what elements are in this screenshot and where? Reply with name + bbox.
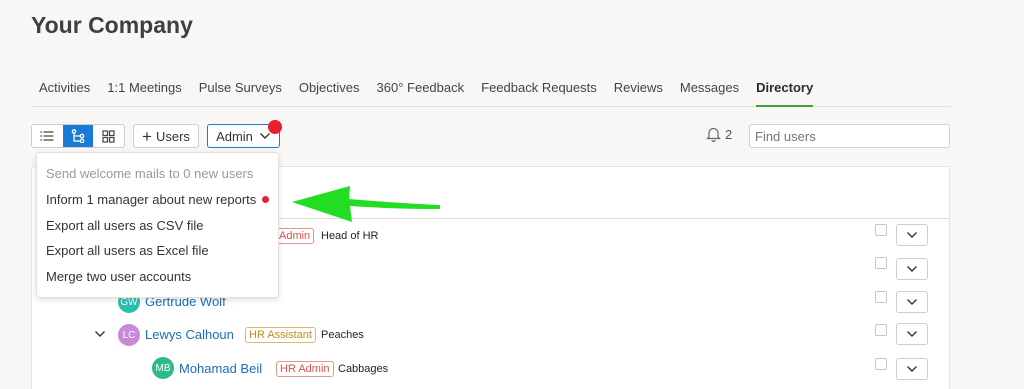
avatar: LC: [118, 324, 140, 346]
admin-alert-dot: [268, 120, 282, 134]
menu-item-inform-manager[interactable]: Inform 1 manager about new reports: [46, 192, 270, 207]
job-title: Head of HR: [321, 230, 379, 242]
row-checkbox[interactable]: [875, 224, 887, 236]
role-badge: HR Assistant: [245, 327, 316, 343]
tab-one-on-one-meetings[interactable]: 1:1 Meetings: [107, 76, 181, 107]
row-actions-button[interactable]: [896, 224, 928, 246]
table-row: LC Lewys Calhoun HR Assistant Peaches: [31, 322, 950, 352]
chevron-down-icon[interactable]: [94, 330, 106, 338]
menu-item-label: Export all users as CSV file: [46, 218, 204, 233]
row-actions-button[interactable]: [896, 258, 928, 280]
tree-icon: [71, 129, 85, 143]
menu-item-merge-accounts[interactable]: Merge two user accounts: [46, 269, 191, 284]
tab-directory[interactable]: Directory: [756, 76, 814, 107]
menu-item-label: Merge two user accounts: [46, 269, 192, 284]
notifications[interactable]: 2: [706, 126, 732, 142]
tab-pulse-surveys[interactable]: Pulse Surveys: [199, 76, 282, 107]
list-view-button[interactable]: [32, 125, 63, 147]
row-actions-button[interactable]: [896, 358, 928, 380]
role-badge: Admin: [275, 228, 315, 244]
tab-feedback-requests[interactable]: Feedback Requests: [481, 76, 597, 107]
grid-icon: [102, 129, 115, 143]
annotation-arrow: [292, 186, 440, 222]
role-badge: HR Admin: [276, 361, 334, 377]
notification-count: 2: [725, 126, 733, 142]
company-title: Your Company: [31, 12, 193, 38]
table-row: MB Mohamad Beil HR Admin Cabbages: [31, 356, 950, 386]
add-users-label: Users: [155, 128, 190, 144]
view-mode-toggle: [31, 124, 125, 148]
tree-view-button[interactable]: [62, 125, 94, 147]
row-checkbox[interactable]: [875, 324, 887, 336]
menu-item-send-welcome-mails[interactable]: Send welcome mails to 0 new users: [46, 166, 253, 181]
admin-dropdown-menu: Send welcome mails to 0 new users Inform…: [36, 152, 279, 298]
admin-label: Admin: [216, 128, 253, 144]
main-tabs: Activities 1:1 Meetings Pulse Surveys Ob…: [31, 76, 950, 107]
bell-icon: [706, 127, 721, 142]
chevron-down-icon: [907, 299, 917, 305]
menu-item-label: Send welcome mails to 0 new users: [46, 166, 254, 181]
chevron-down-icon: [907, 232, 917, 238]
alert-dot: [262, 196, 270, 203]
row-actions-button[interactable]: [896, 323, 928, 345]
row-checkbox[interactable]: [875, 358, 887, 370]
job-title: Peaches: [321, 329, 364, 341]
chevron-down-icon: [907, 366, 917, 372]
chevron-down-icon: [907, 331, 917, 337]
row-checkbox[interactable]: [875, 257, 887, 269]
menu-item-export-excel[interactable]: Export all users as Excel file: [46, 243, 209, 258]
plus-icon: +: [142, 126, 152, 146]
chevron-down-icon: [907, 266, 917, 272]
grid-view-button[interactable]: [93, 125, 124, 147]
tab-objectives[interactable]: Objectives: [299, 76, 360, 107]
row-checkbox[interactable]: [875, 291, 887, 303]
add-users-button[interactable]: + Users: [133, 124, 199, 148]
avatar: MB: [152, 357, 174, 379]
tab-reviews[interactable]: Reviews: [614, 76, 663, 107]
job-title: Cabbages: [338, 363, 389, 375]
user-name-link[interactable]: Lewys Calhoun: [145, 327, 234, 342]
chevron-down-icon: [259, 133, 270, 139]
tab-360-feedback[interactable]: 360° Feedback: [377, 76, 465, 107]
tab-activities[interactable]: Activities: [39, 76, 90, 107]
user-name-link[interactable]: Mohamad Beil: [179, 361, 262, 376]
menu-item-export-csv[interactable]: Export all users as CSV file: [46, 218, 204, 233]
menu-item-label: Export all users as Excel file: [46, 243, 209, 258]
find-users-input[interactable]: [749, 124, 950, 148]
list-icon: [40, 131, 54, 141]
tab-messages[interactable]: Messages: [680, 76, 739, 107]
row-actions-button[interactable]: [896, 291, 928, 313]
menu-item-label: Inform 1 manager about new reports: [46, 192, 257, 207]
